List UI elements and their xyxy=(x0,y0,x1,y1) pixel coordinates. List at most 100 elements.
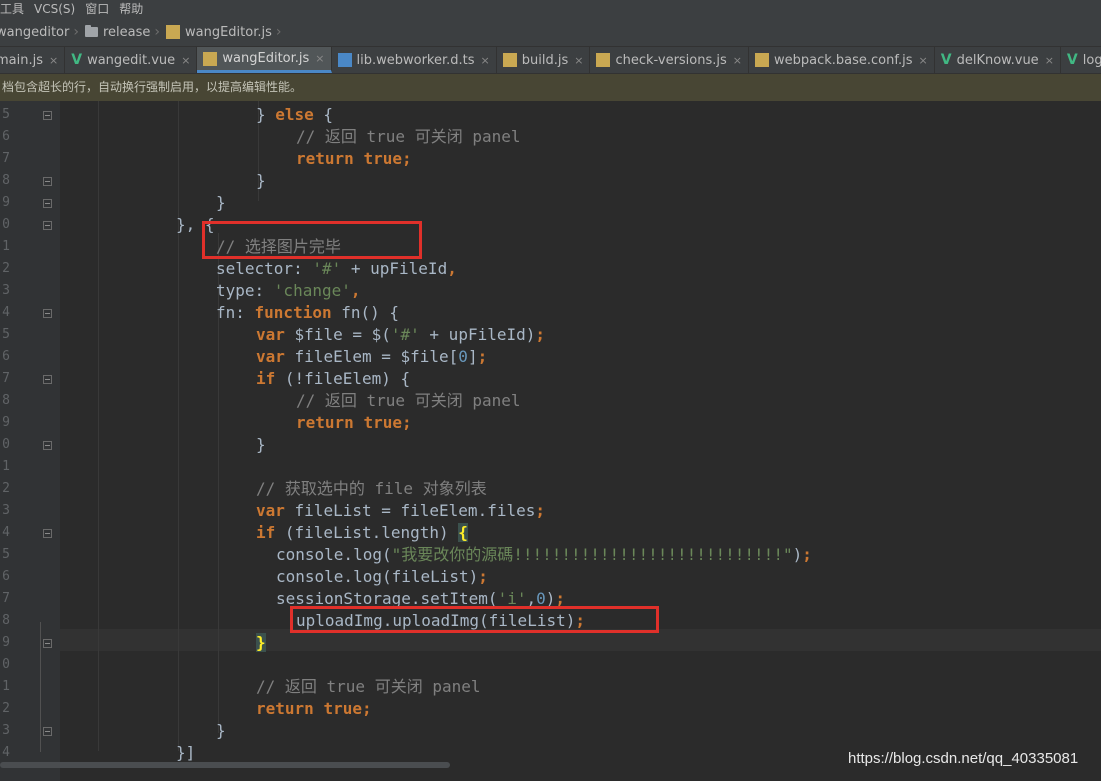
close-icon[interactable]: × xyxy=(49,54,58,67)
code-token: true xyxy=(363,413,402,432)
line-number: 9 xyxy=(2,415,10,430)
code-token: // 获取选中的 file 对象列表 xyxy=(256,479,487,498)
editor-tab[interactable]: wangEditor.js × xyxy=(197,47,332,73)
fold-marker-icon[interactable] xyxy=(43,639,52,648)
menu-item-0[interactable]: 工具 xyxy=(0,0,34,18)
code-line: type: 'change', xyxy=(216,280,361,302)
code-line: }] xyxy=(176,742,195,764)
fold-marker-icon[interactable] xyxy=(43,221,52,230)
code-token: '#' xyxy=(312,259,342,278)
code-line: } else { xyxy=(256,104,333,126)
editor-tab[interactable]: VdelKnow.vue × xyxy=(935,47,1061,73)
chevron-right-icon: › xyxy=(275,24,282,40)
code-token: fn() { xyxy=(331,303,400,322)
code-token: ] xyxy=(467,347,478,366)
close-icon[interactable]: × xyxy=(315,52,324,65)
editor-tab[interactable]: main.js × xyxy=(0,47,66,73)
code-line: console.log(fileList); xyxy=(276,566,488,588)
fold-marker-icon[interactable] xyxy=(43,727,52,736)
code-token: }] xyxy=(176,743,196,762)
editor-tab[interactable]: build.js × xyxy=(497,47,591,73)
editor-tab[interactable]: lib.webworker.d.ts × xyxy=(332,47,497,73)
code-line: // 返回 true 可关闭 panel xyxy=(296,390,521,412)
code-token: , xyxy=(447,259,457,278)
line-number: 7 xyxy=(2,151,10,166)
code-line: } xyxy=(256,632,266,654)
code-token: true xyxy=(363,149,402,168)
code-token: { xyxy=(458,523,468,542)
code-token: type: xyxy=(216,281,274,300)
editor-tab[interactable]: Vwangedit.vue × xyxy=(65,47,198,73)
js-file-icon xyxy=(502,53,517,67)
breadcrumb-item-1[interactable]: release › xyxy=(84,24,166,40)
fold-marker-icon[interactable] xyxy=(43,529,52,538)
code-token: fileElem = $file[ xyxy=(284,347,459,366)
code-line: return true; xyxy=(296,148,412,170)
code-token: ; xyxy=(535,325,546,344)
annotation-box-comment xyxy=(202,221,422,259)
code-token: var xyxy=(256,325,285,344)
code-line: var $file = $('#' + upFileId); xyxy=(256,324,545,346)
code-line: fn: function fn() { xyxy=(216,302,399,324)
code-token: console.log(fileList) xyxy=(276,567,479,586)
fold-marker-icon[interactable] xyxy=(43,199,52,208)
editor-tab[interactable]: webpack.base.conf.js × xyxy=(749,47,935,73)
tab-label: build.js xyxy=(521,52,569,68)
code-line: if (fileList.length) { xyxy=(256,522,468,544)
line-number: 6 xyxy=(2,569,10,584)
code-editor[interactable]: } else {// 返回 true 可关闭 panel return true;… xyxy=(60,101,1101,781)
fold-marker-icon[interactable] xyxy=(43,111,52,120)
js-file-icon xyxy=(755,53,769,67)
code-token: $file = $( xyxy=(284,325,391,344)
code-token: , xyxy=(350,281,361,300)
editor-notification-banner: 档包含超长的行，自动换行强制启用，以提高编辑性能。 xyxy=(0,74,1101,101)
line-number: 8 xyxy=(2,613,10,628)
code-token: if xyxy=(256,523,276,542)
breadcrumb-item-2[interactable]: wangEditor.js › xyxy=(165,24,288,40)
code-line: // 返回 true 可关闭 panel xyxy=(296,126,521,148)
line-number: 6 xyxy=(2,349,10,364)
chevron-right-icon: › xyxy=(154,24,160,40)
code-line: selector: '#' + upFileId, xyxy=(216,258,457,280)
menu-item-1[interactable]: VCS(S) xyxy=(34,0,85,18)
menu-item-2[interactable]: 窗口 xyxy=(85,0,119,18)
close-icon[interactable]: × xyxy=(1045,54,1054,67)
code-line: // 获取选中的 file 对象列表 xyxy=(256,478,487,500)
horizontal-scrollbar[interactable] xyxy=(0,762,450,768)
tab-label: wangedit.vue xyxy=(87,52,176,68)
line-number: 2 xyxy=(2,701,10,716)
breadcrumb: wangeditor › release › wangEditor.js › xyxy=(0,18,1101,47)
line-number: 5 xyxy=(2,107,10,122)
code-token: fileList = fileElem.files xyxy=(284,501,536,520)
menu-item-3[interactable]: 帮助 xyxy=(119,0,153,18)
close-icon[interactable]: × xyxy=(919,54,928,67)
breadcrumb-label: release xyxy=(102,24,151,40)
editor-tab[interactable]: check-versions.js × xyxy=(590,47,749,73)
line-number: 8 xyxy=(2,393,10,408)
close-icon[interactable]: × xyxy=(733,54,742,67)
ts-file-icon xyxy=(337,53,352,67)
code-token: ; xyxy=(802,545,812,564)
code-token: selector: xyxy=(216,259,313,278)
watermark: https://blog.csdn.net/qq_40335081 xyxy=(848,750,1079,767)
fold-marker-icon[interactable] xyxy=(43,177,52,186)
code-line: return true; xyxy=(296,412,412,434)
code-token: ; xyxy=(478,567,488,586)
code-token: { xyxy=(313,105,334,124)
code-token: 0 xyxy=(458,347,468,366)
close-icon[interactable]: × xyxy=(574,54,583,67)
close-icon[interactable]: × xyxy=(181,54,190,67)
editor-tab-bar: main.js × Vwangedit.vue × wangEditor.js × lib.… xyxy=(0,47,1101,74)
close-icon[interactable]: × xyxy=(481,54,490,67)
fold-marker-icon[interactable] xyxy=(43,441,52,450)
line-number: 2 xyxy=(2,261,10,276)
fold-marker-icon[interactable] xyxy=(43,375,52,384)
code-token: console.log( xyxy=(276,545,392,564)
fold-marker-icon[interactable] xyxy=(43,309,52,318)
line-number: 8 xyxy=(2,173,10,188)
js-file-icon xyxy=(165,25,180,39)
editor-tab[interactable]: Vlogin_warp.vue× xyxy=(1061,47,1101,73)
breadcrumb-item-0[interactable]: wangeditor › xyxy=(0,24,85,40)
